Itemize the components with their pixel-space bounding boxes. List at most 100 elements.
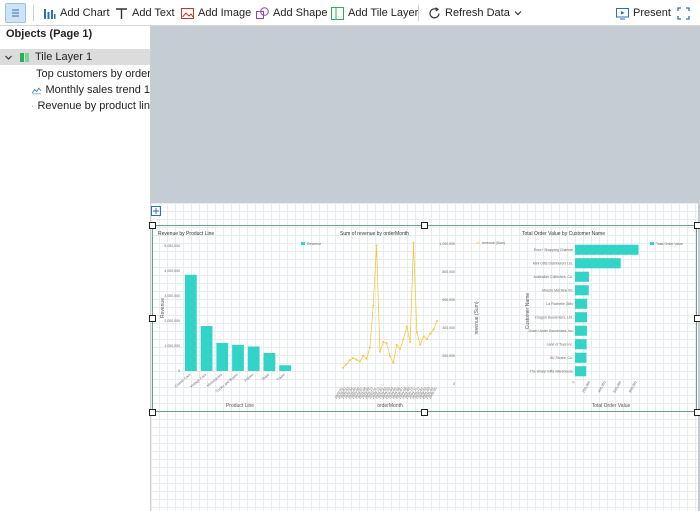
x-tick-label: 0 xyxy=(571,380,575,384)
add-text-label: Add Text xyxy=(132,7,175,19)
data-point xyxy=(365,357,368,360)
data-point xyxy=(378,350,381,353)
add-chart-button[interactable]: Add Chart xyxy=(43,3,110,23)
image-icon xyxy=(181,7,194,19)
add-object-icon[interactable] xyxy=(151,206,161,216)
chevron-down-icon[interactable] xyxy=(4,53,13,62)
data-point xyxy=(402,338,405,341)
tile-layer-icon xyxy=(331,6,344,20)
resize-handle[interactable] xyxy=(694,222,700,229)
text-icon xyxy=(116,7,127,19)
menu-button[interactable] xyxy=(5,3,26,23)
bar xyxy=(247,346,260,371)
resize-handle[interactable] xyxy=(421,409,428,416)
bar-chart-icon xyxy=(32,105,34,107)
panel-title: Objects (Page 1) xyxy=(6,28,93,40)
menu-icon xyxy=(12,9,19,17)
data-point xyxy=(409,341,412,343)
add-shape-label: Add Shape xyxy=(273,7,328,19)
data-point xyxy=(405,325,408,328)
bar-chart-icon xyxy=(44,8,56,19)
bar xyxy=(263,353,276,371)
data-point xyxy=(352,357,355,360)
bar xyxy=(279,365,292,371)
y-tick-label: Down Under Souveniers, Inc xyxy=(528,329,573,333)
y-tick-label: 2,000,000 xyxy=(164,319,180,323)
add-shape-button[interactable]: Add Shape xyxy=(256,3,327,23)
y-tick-label: Land of Toys Inc. xyxy=(547,342,573,346)
resize-handle[interactable] xyxy=(694,409,700,416)
y-tick-label: 3,000,000 xyxy=(164,294,180,298)
line-chart-icon xyxy=(32,86,42,94)
y-tick-label: 800,000 xyxy=(442,270,455,274)
data-point xyxy=(422,335,425,338)
legend-label: Total Order Value xyxy=(656,242,683,246)
data-point xyxy=(385,342,388,345)
series-line xyxy=(342,242,438,369)
data-point xyxy=(395,343,398,346)
present-icon xyxy=(616,7,629,19)
data-point xyxy=(425,338,428,341)
add-image-label: Add Image xyxy=(198,7,252,19)
y-tick-label: Muscle Machine Inc xyxy=(542,288,573,292)
y-tick-label: 1,000,000 xyxy=(439,242,455,246)
tree-item-label: Monthly sales trend 1 xyxy=(45,84,150,96)
x-axis-title: orderMonth xyxy=(377,403,403,409)
resize-handle[interactable] xyxy=(149,315,156,322)
x-tick-label: 600,000 xyxy=(613,380,623,393)
toolbar: Add Chart Add Text Add Image Add Shape A… xyxy=(0,0,700,26)
bar xyxy=(575,366,587,377)
resize-handle[interactable] xyxy=(149,222,156,229)
tree-item-monthly-sales[interactable]: Monthly sales trend 1 xyxy=(0,82,150,98)
x-axis-title: Total Order Value xyxy=(592,403,631,409)
bar xyxy=(575,298,588,309)
tree-item-label: Top customers by order xyxy=(36,68,150,80)
data-point xyxy=(419,343,422,346)
x-tick-label: Trains xyxy=(276,373,286,382)
y-axis-title: Revenue xyxy=(160,298,166,318)
bar xyxy=(575,285,589,296)
resize-handle[interactable] xyxy=(149,409,156,416)
y-tick-label: La Rochelle Gifts xyxy=(546,302,573,306)
y-tick-label: 1,000,000 xyxy=(164,344,180,348)
data-point xyxy=(375,244,378,247)
add-image-button[interactable]: Add Image xyxy=(181,3,251,23)
add-text-button[interactable]: Add Text xyxy=(115,3,175,23)
bar xyxy=(232,344,244,371)
objects-panel: Objects (Page 1) Tile Layer 1 Top custom… xyxy=(0,26,151,511)
x-tick-label: 400,000 xyxy=(597,380,607,393)
charts-svg: 0 1,000,000 2,000,000 3,000,000 4,000,000 5,0… xyxy=(160,241,683,409)
y-tick-label: 0 xyxy=(178,369,180,373)
chevron-down-icon[interactable] xyxy=(514,9,522,17)
tree-item-tile-layer[interactable]: Tile Layer 1 xyxy=(0,49,150,65)
toolbar-separator xyxy=(418,5,419,21)
present-button[interactable]: Present xyxy=(616,3,671,23)
bar xyxy=(184,274,197,371)
add-tile-layer-button[interactable]: Add Tile Layer xyxy=(331,3,418,23)
data-point xyxy=(389,355,391,357)
tile-layer-icon xyxy=(20,52,29,62)
y-axis-title: revenue (Sum) xyxy=(474,301,480,334)
refresh-data-button[interactable]: Refresh Data xyxy=(428,3,522,23)
y-axis-title: Customer Name xyxy=(525,293,531,330)
resize-handle[interactable] xyxy=(694,315,700,322)
toolbar-separator xyxy=(33,5,34,21)
fullscreen-button[interactable] xyxy=(677,3,690,23)
data-point xyxy=(415,331,418,334)
data-point xyxy=(358,360,361,363)
refresh-icon xyxy=(429,6,440,18)
bar xyxy=(575,244,639,255)
tree-item-revenue-by-product[interactable]: Revenue by product lin xyxy=(0,98,150,114)
tile-layer[interactable]: Revenue by Product Line Sum of revenue b… xyxy=(152,225,697,412)
report-page[interactable]: Revenue by Product Line Sum of revenue b… xyxy=(149,203,700,511)
data-point xyxy=(342,366,344,369)
y-tick-label: 0 xyxy=(453,382,455,386)
canvas-area[interactable]: Revenue by Product Line Sum of revenue b… xyxy=(149,26,700,511)
add-chart-label: Add Chart xyxy=(60,7,110,19)
tree-item-top-customers[interactable]: Top customers by order xyxy=(0,66,150,82)
x-tick-label: Ships xyxy=(261,373,270,382)
bar xyxy=(575,271,589,282)
resize-handle[interactable] xyxy=(421,222,428,229)
tree-item-label: Tile Layer 1 xyxy=(35,51,93,63)
bar xyxy=(575,312,588,323)
